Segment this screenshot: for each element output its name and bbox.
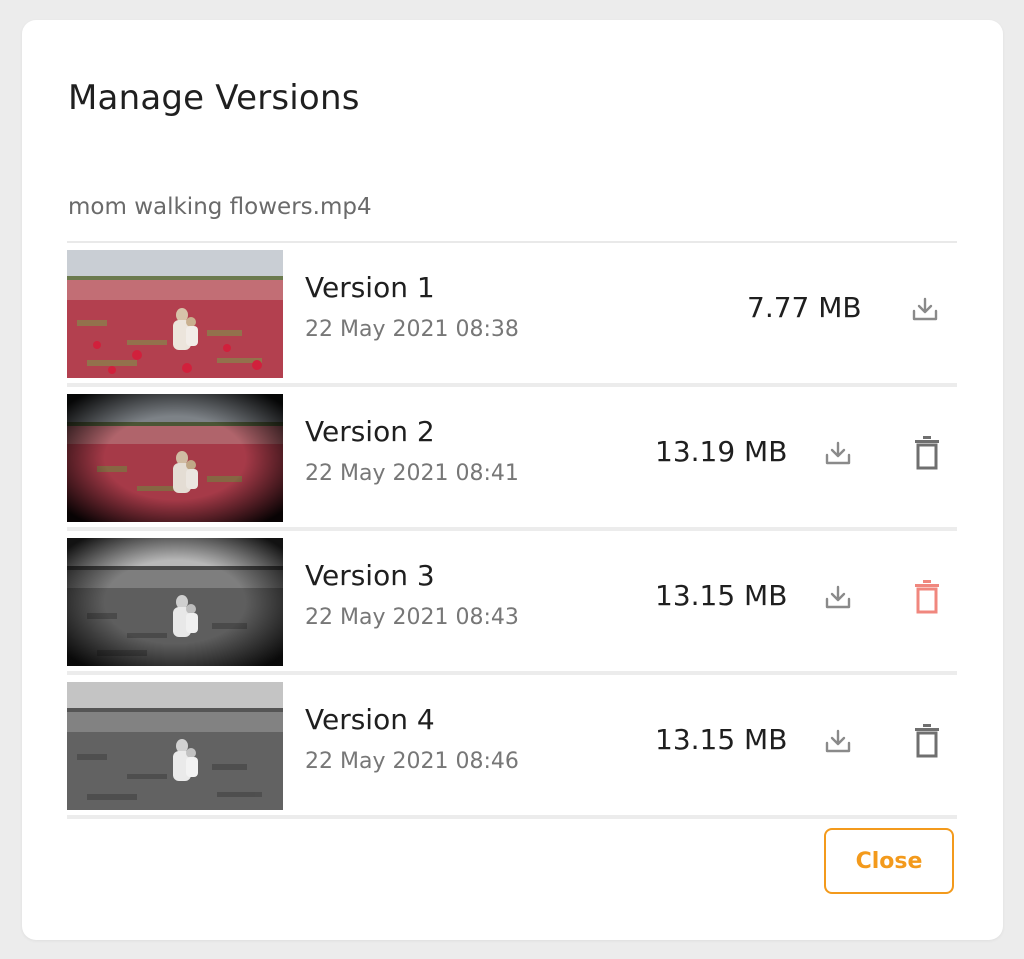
download-icon	[825, 585, 851, 609]
version-row-3: Version 3 22 May 2021 08:43 13.15 MB	[67, 531, 957, 675]
trash-icon	[915, 580, 939, 614]
version-size: 13.15 MB	[655, 579, 788, 612]
version-label: Version 4	[305, 703, 435, 736]
manage-versions-dialog: Manage Versions mom walking flowers.mp4	[22, 20, 1003, 940]
version-row-2: Version 2 22 May 2021 08:41 13.19 MB	[67, 387, 957, 531]
versions-list: Version 1 22 May 2021 08:38 7.77 MB Vers…	[67, 241, 957, 819]
version-thumbnail	[67, 250, 283, 378]
download-button[interactable]	[818, 577, 858, 617]
delete-button[interactable]	[907, 433, 947, 473]
version-size: 13.19 MB	[655, 435, 788, 468]
version-size: 13.15 MB	[655, 723, 788, 756]
delete-button[interactable]	[907, 577, 947, 617]
download-button[interactable]	[818, 721, 858, 761]
dialog-title: Manage Versions	[68, 78, 360, 118]
version-label: Version 2	[305, 415, 435, 448]
file-name: mom walking flowers.mp4	[68, 194, 372, 220]
version-thumbnail	[67, 682, 283, 810]
version-label: Version 1	[305, 271, 435, 304]
version-date: 22 May 2021 08:43	[305, 605, 519, 630]
version-label: Version 3	[305, 559, 435, 592]
trash-icon	[915, 724, 939, 758]
version-date: 22 May 2021 08:46	[305, 749, 519, 774]
version-thumbnail	[67, 394, 283, 522]
version-row-4: Version 4 22 May 2021 08:46 13.15 MB	[67, 675, 957, 819]
delete-button[interactable]	[907, 721, 947, 761]
close-button[interactable]: Close	[824, 828, 954, 894]
download-button[interactable]	[905, 289, 945, 329]
version-date: 22 May 2021 08:41	[305, 461, 519, 486]
version-date: 22 May 2021 08:38	[305, 317, 519, 342]
download-icon	[825, 729, 851, 753]
version-thumbnail	[67, 538, 283, 666]
trash-icon	[915, 436, 939, 470]
download-button[interactable]	[818, 433, 858, 473]
download-icon	[912, 297, 938, 321]
download-icon	[825, 441, 851, 465]
version-row-1: Version 1 22 May 2021 08:38 7.77 MB	[67, 243, 957, 387]
version-size: 7.77 MB	[747, 291, 862, 324]
